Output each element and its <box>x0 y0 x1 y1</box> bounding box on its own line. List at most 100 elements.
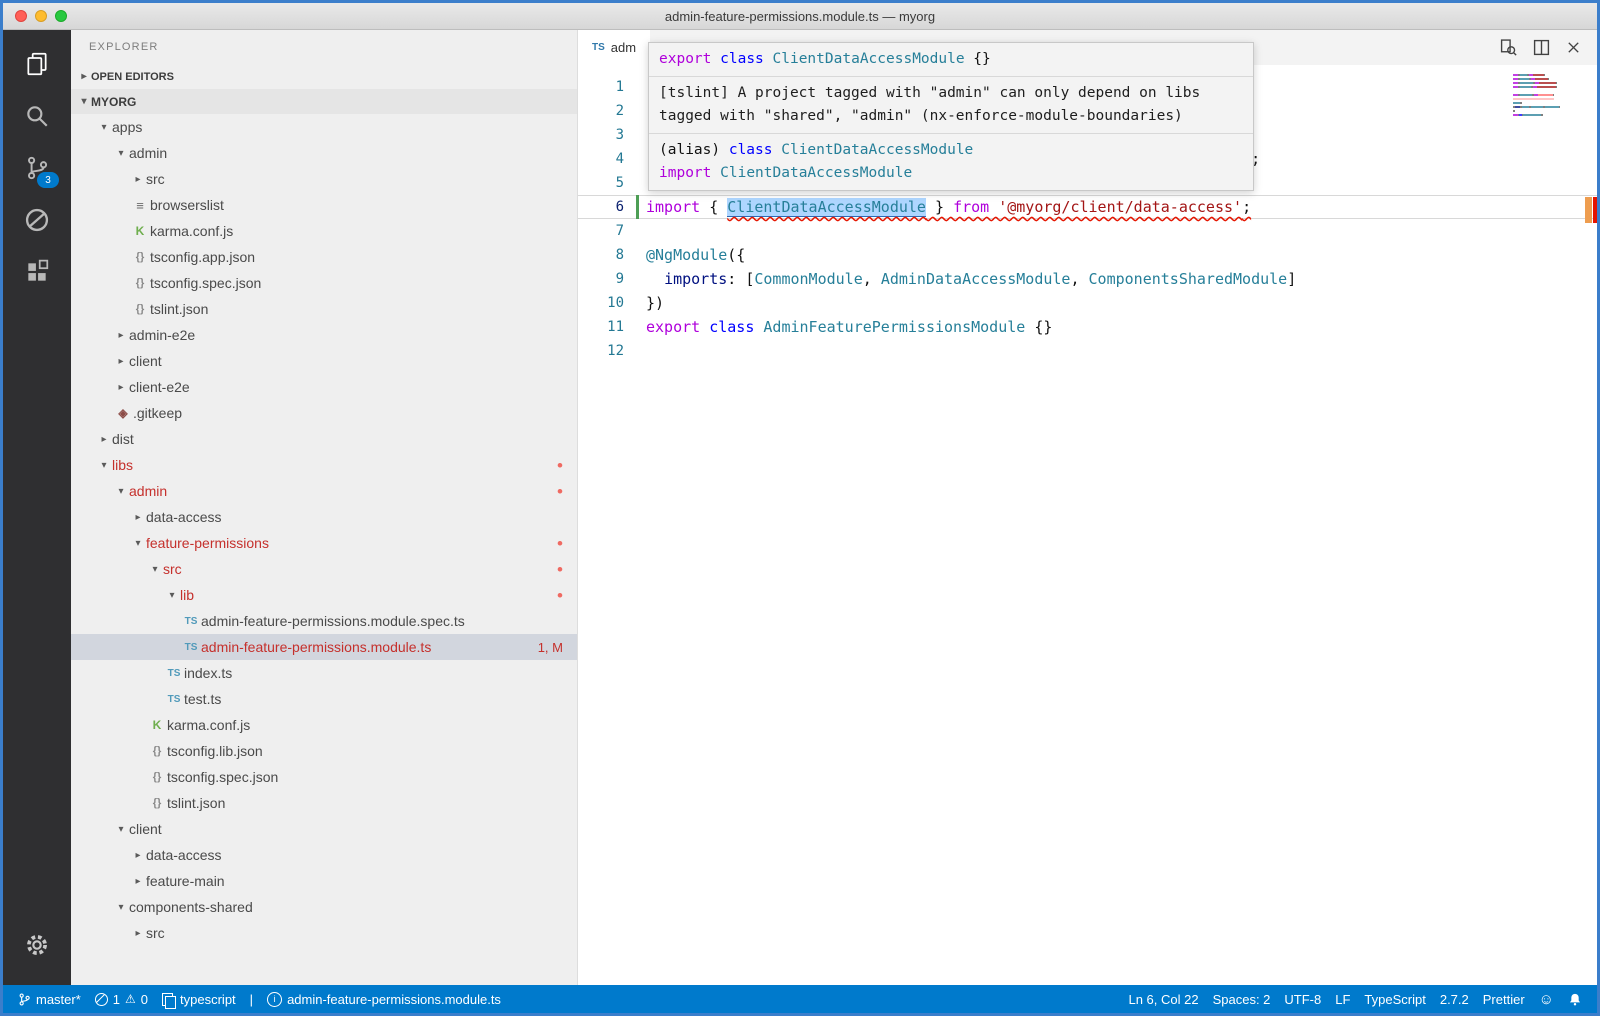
tree-item-label: tsconfig.spec.json <box>150 275 261 291</box>
minimap-line <box>1513 78 1579 80</box>
tab-admin-feature-permissions[interactable]: TS adm <box>578 30 650 65</box>
code-token: export <box>659 51 711 67</box>
tree-folder-data-access[interactable]: ▸data-access <box>71 504 577 530</box>
git-branch-item[interactable]: master* <box>11 985 88 1013</box>
code-token: ComponentsSharedModule <box>1089 270 1288 288</box>
tree-file-tsconfig.spec.json[interactable]: {}tsconfig.spec.json <box>71 270 577 296</box>
tree-folder-apps[interactable]: ▾apps <box>71 114 577 140</box>
indentation-item[interactable]: Spaces: 2 <box>1206 985 1278 1013</box>
ruler-warning-marker <box>1585 197 1592 223</box>
tree-folder-data-access[interactable]: ▸data-access <box>71 842 577 868</box>
tree-folder-components-shared[interactable]: ▾components-shared <box>71 894 577 920</box>
chevron-right-icon: ▸ <box>130 928 146 939</box>
tree-file-karma.conf.js[interactable]: Kkarma.conf.js <box>71 712 577 738</box>
problems-item[interactable]: 1 ⚠ 0 <box>88 985 155 1013</box>
code-line-10[interactable]: 10}) <box>578 291 1597 315</box>
tree-item-label: src <box>146 171 165 187</box>
tree-folder-client[interactable]: ▸client <box>71 348 577 374</box>
code-line-6[interactable]: 6import { ClientDataAccessModule } from … <box>578 195 1597 219</box>
code-token: ClientDataAccessModule <box>720 165 912 181</box>
extensions-icon[interactable] <box>3 246 71 298</box>
workspace-root-section[interactable]: ▾ MYORG <box>71 89 577 114</box>
tree-item-label: libs <box>112 457 133 473</box>
search-icon[interactable] <box>3 90 71 142</box>
tree-folder-dist[interactable]: ▸dist <box>71 426 577 452</box>
code-line-9[interactable]: 9 imports: [CommonModule, AdminDataAcces… <box>578 267 1597 291</box>
tree-folder-client-e2e[interactable]: ▸client-e2e <box>71 374 577 400</box>
sidebar-header: EXPLORER <box>71 30 577 64</box>
minimap[interactable] <box>1513 74 1579 122</box>
tree-item-label: admin <box>129 483 167 499</box>
chevron-right-icon: ▸ <box>113 356 129 367</box>
tree-item-label: data-access <box>146 847 221 863</box>
open-changes-icon[interactable] <box>1500 39 1517 56</box>
tree-file-admin-feature-permissions.module.ts[interactable]: TSadmin-feature-permissions.module.ts1, … <box>71 634 577 660</box>
chevron-down-icon: ▾ <box>77 96 91 107</box>
eol-item[interactable]: LF <box>1328 985 1357 1013</box>
close-icon[interactable] <box>1566 40 1581 55</box>
tree-file-index.ts[interactable]: TSindex.ts <box>71 660 577 686</box>
tree-folder-lib[interactable]: ▾lib• <box>71 582 577 608</box>
chevron-right-icon: ▸ <box>113 382 129 393</box>
tree-file-tsconfig.spec.json[interactable]: {}tsconfig.spec.json <box>71 764 577 790</box>
tree-file-browserslist[interactable]: ≡browserslist <box>71 192 577 218</box>
code-line-8[interactable]: 8@NgModule({ <box>578 243 1597 267</box>
file-status-item[interactable]: i admin-feature-permissions.module.ts <box>260 985 508 1013</box>
tree-folder-feature-main[interactable]: ▸feature-main <box>71 868 577 894</box>
tree-folder-client[interactable]: ▾client <box>71 816 577 842</box>
close-window-button[interactable] <box>15 10 27 22</box>
zoom-window-button[interactable] <box>55 10 67 22</box>
code-line-11[interactable]: 11export class AdminFeaturePermissionsMo… <box>578 315 1597 339</box>
overview-ruler[interactable] <box>1583 65 1597 985</box>
feedback-smiley-icon[interactable]: ☺ <box>1532 985 1561 1013</box>
modified-dot: • <box>557 457 563 474</box>
cursor-position-item[interactable]: Ln 6, Col 22 <box>1121 985 1205 1013</box>
tree-folder-src[interactable]: ▸src <box>71 920 577 946</box>
source-control-icon[interactable]: 3 <box>3 142 71 194</box>
code-content: }) <box>646 291 664 315</box>
tree-file-tslint.json[interactable]: {}tslint.json <box>71 296 577 322</box>
code-token: CommonModule <box>754 270 862 288</box>
chevron-right-icon: ▸ <box>96 434 112 445</box>
code-line-7[interactable]: 7 <box>578 219 1597 243</box>
tree-file-tsconfig.app.json[interactable]: {}tsconfig.app.json <box>71 244 577 270</box>
tree-folder-libs[interactable]: ▾libs• <box>71 452 577 478</box>
gutter-marker <box>624 339 646 363</box>
settings-gear-icon[interactable] <box>3 919 71 971</box>
tree-folder-src[interactable]: ▾src• <box>71 556 577 582</box>
tree-folder-admin-e2e[interactable]: ▸admin-e2e <box>71 322 577 348</box>
split-editor-icon[interactable] <box>1533 39 1550 56</box>
tree-file-karma.conf.js[interactable]: Kkarma.conf.js <box>71 218 577 244</box>
tree-item-label: browserslist <box>150 197 224 213</box>
language-mode-item[interactable]: TypeScript <box>1357 985 1432 1013</box>
chevron-right-icon: ▸ <box>130 876 146 887</box>
open-editors-section[interactable]: ▸ OPEN EDITORS <box>71 64 577 89</box>
tree-folder-feature-permissions[interactable]: ▾feature-permissions• <box>71 530 577 556</box>
hover-tslint-message: [tslint] A project tagged with "admin" c… <box>649 76 1253 133</box>
minimap-line <box>1513 90 1579 92</box>
code-area[interactable]: 123 ;4 ';56import { ClientDataAccessModu… <box>578 65 1597 985</box>
tree-file-test.ts[interactable]: TStest.ts <box>71 686 577 712</box>
code-token: '@myorg/client/data-access' <box>998 198 1242 216</box>
tree-file-tslint.json[interactable]: {}tslint.json <box>71 790 577 816</box>
explorer-icon[interactable] <box>3 38 71 90</box>
tree-file-tsconfig.lib.json[interactable]: {}tsconfig.lib.json <box>71 738 577 764</box>
language-status-item[interactable]: typescript <box>155 985 243 1013</box>
tree-folder-src[interactable]: ▸src <box>71 166 577 192</box>
line-number: 8 <box>578 243 624 267</box>
debug-icon[interactable] <box>3 194 71 246</box>
tree-folder-admin[interactable]: ▾admin <box>71 140 577 166</box>
tree-file-.gitkeep[interactable]: ◈.gitkeep <box>71 400 577 426</box>
formatter-item[interactable]: Prettier <box>1476 985 1532 1013</box>
tree-item-label: client-e2e <box>129 379 190 395</box>
gutter-marker <box>624 171 646 195</box>
code-line-12[interactable]: 12 <box>578 339 1597 363</box>
ts-version-item[interactable]: 2.7.2 <box>1433 985 1476 1013</box>
notifications-bell-icon[interactable] <box>1561 985 1589 1013</box>
ts-file-icon: TS <box>181 642 201 653</box>
code-token: ClientDataAccessModule <box>781 142 973 158</box>
tree-file-admin-feature-permissions.module.spec.ts[interactable]: TSadmin-feature-permissions.module.spec.… <box>71 608 577 634</box>
tree-folder-admin[interactable]: ▾admin• <box>71 478 577 504</box>
encoding-item[interactable]: UTF-8 <box>1277 985 1328 1013</box>
minimize-window-button[interactable] <box>35 10 47 22</box>
